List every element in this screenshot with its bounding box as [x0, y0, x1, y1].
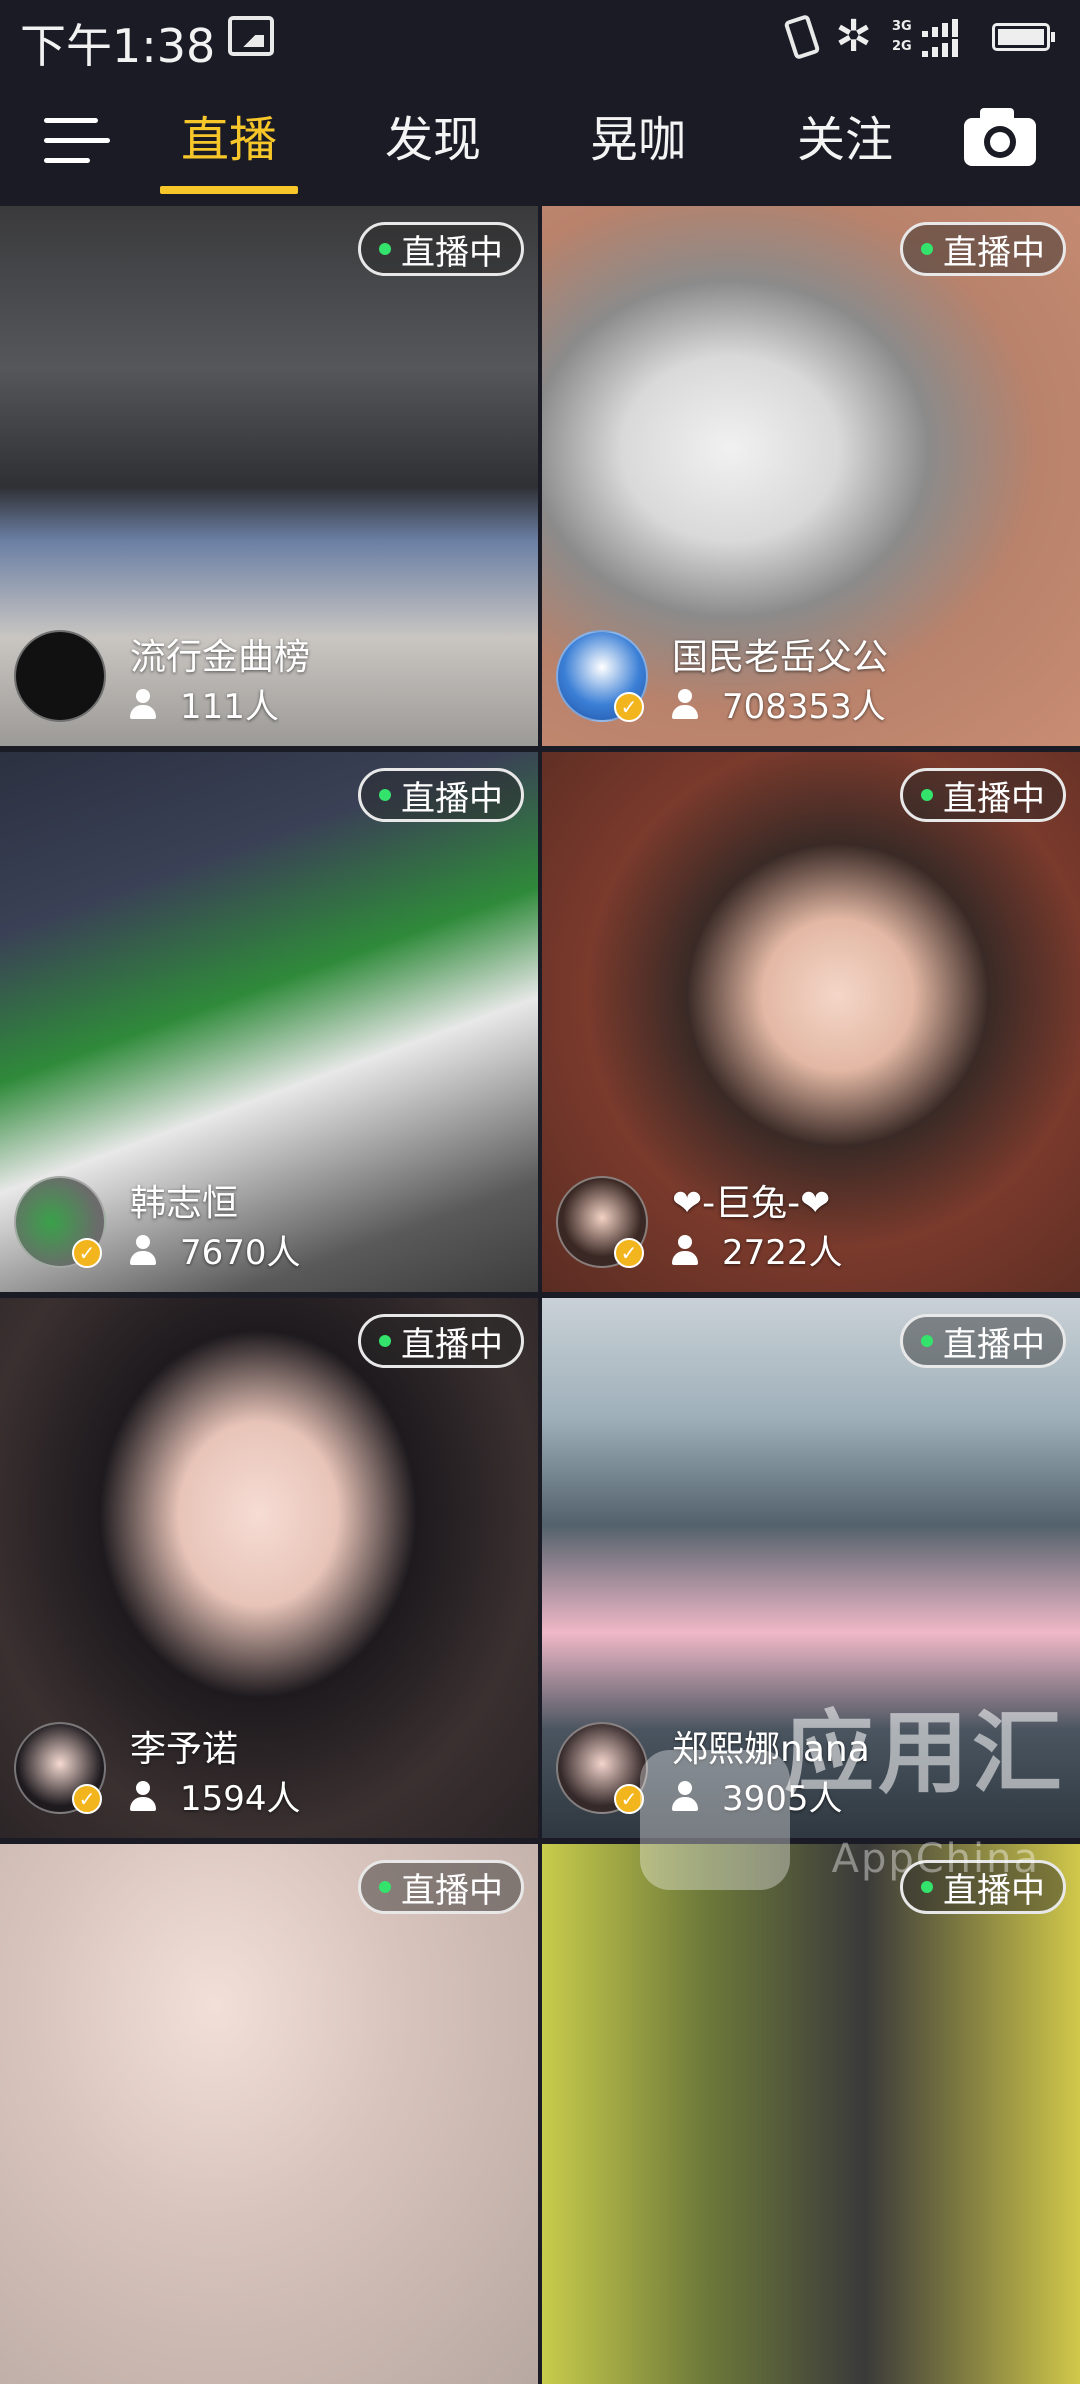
- viewer-count: 1594人: [130, 1771, 301, 1820]
- viewer-count: 111人: [130, 679, 279, 728]
- flower-icon: ✲: [835, 11, 872, 62]
- status-time: 下午1:38: [20, 19, 216, 73]
- host-name: 国民老岳父公: [672, 637, 889, 678]
- menu-icon[interactable]: [44, 118, 110, 164]
- top-navigation: 直播 发现 晃咖 关注: [0, 78, 1080, 200]
- camera-icon[interactable]: [964, 108, 1036, 166]
- live-badge-label: 直播中: [401, 232, 503, 273]
- live-badge-label: 直播中: [943, 1324, 1045, 1365]
- live-badge: 直播中: [900, 222, 1066, 276]
- verified-icon: ✓: [72, 1238, 102, 1268]
- host-name: 韩志恒: [130, 1183, 239, 1224]
- person-icon: [130, 1780, 156, 1811]
- battery-icon: [992, 23, 1055, 51]
- watermark-text: 应用汇: [784, 1701, 1066, 1806]
- verified-icon: ✓: [72, 1784, 102, 1814]
- viewer-count-text: 111人: [180, 687, 279, 727]
- image-notification-icon: [228, 16, 274, 56]
- live-badge-label: 直播中: [401, 778, 503, 819]
- host-name: 李予诺: [130, 1729, 239, 1770]
- live-badge: 直播中: [358, 222, 524, 276]
- verified-icon: ✓: [614, 1238, 644, 1268]
- stream-thumbnail: [542, 1844, 1080, 2384]
- viewer-count: 708353人: [672, 679, 886, 728]
- live-card[interactable]: 直播中 ✓ 韩志恒 7670人: [0, 752, 538, 1292]
- live-dot-icon: [379, 243, 391, 255]
- person-icon: [130, 688, 156, 719]
- viewer-count: 7670人: [130, 1225, 301, 1274]
- active-tab-indicator: [160, 186, 298, 194]
- live-dot-icon: [379, 1335, 391, 1347]
- signal-label-3g: 3G: [892, 19, 912, 34]
- person-icon: [130, 1234, 156, 1265]
- person-icon: [672, 1234, 698, 1265]
- watermark-logo-icon: [640, 1750, 790, 1890]
- viewer-count-text: 1594人: [180, 1779, 301, 1819]
- live-card[interactable]: 直播中: [542, 1844, 1080, 2384]
- watermark-subtext: AppChina: [831, 1836, 1040, 1882]
- live-dot-icon: [921, 243, 933, 255]
- tab-following[interactable]: 关注: [775, 100, 915, 170]
- tab-huangka[interactable]: 晃咖: [568, 100, 708, 170]
- viewer-count-text: 2722人: [722, 1233, 843, 1273]
- live-badge: 直播中: [358, 768, 524, 822]
- viewer-count: 2722人: [672, 1225, 843, 1274]
- live-badge: 直播中: [900, 1314, 1066, 1368]
- live-dot-icon: [921, 1881, 933, 1893]
- live-dot-icon: [921, 789, 933, 801]
- person-icon: [672, 688, 698, 719]
- viewer-count-text: 708353人: [722, 687, 886, 727]
- status-icons: ✲ 3G 2G: [783, 11, 1055, 62]
- live-badge: 直播中: [900, 768, 1066, 822]
- live-badge: 直播中: [358, 1860, 524, 1914]
- live-badge: 直播中: [358, 1314, 524, 1368]
- tab-live[interactable]: 直播: [159, 100, 299, 170]
- live-dot-icon: [379, 1881, 391, 1893]
- live-dot-icon: [379, 789, 391, 801]
- live-card[interactable]: 直播中 流行金曲榜 111人: [0, 206, 538, 746]
- signal-label-2g: 2G: [892, 39, 912, 54]
- signal-icon: 3G 2G: [892, 17, 972, 57]
- live-dot-icon: [921, 1335, 933, 1347]
- live-badge-label: 直播中: [401, 1324, 503, 1365]
- live-card[interactable]: 直播中 ✓ 国民老岳父公 708353人: [542, 206, 1080, 746]
- host-name: ❤-巨兔-❤: [672, 1183, 831, 1224]
- tab-discover[interactable]: 发现: [363, 100, 503, 170]
- live-card[interactable]: 直播中 ✓ 李予诺 1594人: [0, 1298, 538, 1838]
- verified-icon: ✓: [614, 692, 644, 722]
- stream-thumbnail: [0, 1844, 538, 2384]
- status-bar: 下午1:38 ✲ 3G 2G: [0, 0, 1080, 78]
- host-name: 流行金曲榜: [130, 637, 311, 678]
- vibrate-icon: [783, 13, 821, 61]
- live-badge-label: 直播中: [943, 778, 1045, 819]
- avatar[interactable]: [14, 630, 106, 722]
- live-card[interactable]: 直播中 ✓ ❤-巨兔-❤ 2722人: [542, 752, 1080, 1292]
- viewer-count-text: 7670人: [180, 1233, 301, 1273]
- live-badge-label: 直播中: [943, 232, 1045, 273]
- live-badge-label: 直播中: [401, 1870, 503, 1911]
- live-card[interactable]: 直播中: [0, 1844, 538, 2384]
